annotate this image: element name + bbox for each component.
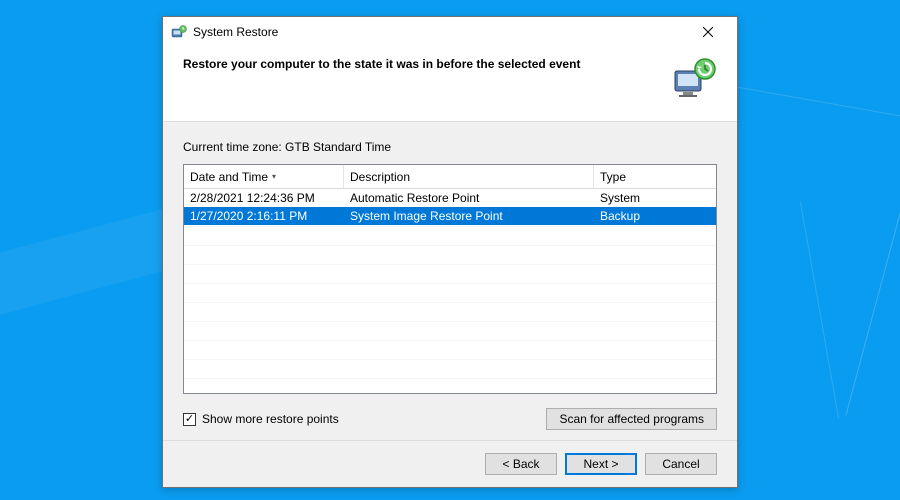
table-row[interactable]: 2/28/2021 12:24:36 PMAutomatic Restore P… bbox=[184, 189, 716, 207]
column-header-type-label: Type bbox=[600, 170, 626, 184]
cell-date: 1/27/2020 2:16:11 PM bbox=[184, 208, 344, 224]
dialog-content: Current time zone: GTB Standard Time Dat… bbox=[163, 122, 737, 440]
cancel-button[interactable]: Cancel bbox=[645, 453, 717, 475]
table-body: 2/28/2021 12:24:36 PMAutomatic Restore P… bbox=[184, 189, 716, 393]
system-restore-icon bbox=[171, 24, 187, 40]
cell-date: 2/28/2021 12:24:36 PM bbox=[184, 190, 344, 206]
restore-header-icon bbox=[669, 55, 717, 103]
header-title: Restore your computer to the state it wa… bbox=[183, 55, 659, 71]
timezone-label: Current time zone: GTB Standard Time bbox=[183, 140, 717, 154]
column-header-description-label: Description bbox=[350, 170, 410, 184]
cell-type: System bbox=[594, 190, 716, 206]
back-button[interactable]: < Back bbox=[485, 453, 557, 475]
column-header-type[interactable]: Type bbox=[594, 165, 716, 188]
next-button[interactable]: Next > bbox=[565, 453, 637, 475]
system-restore-dialog: System Restore Restore your computer to … bbox=[162, 16, 738, 488]
window-title: System Restore bbox=[193, 25, 687, 39]
close-button[interactable] bbox=[687, 18, 729, 46]
cell-type: Backup bbox=[594, 208, 716, 224]
table-row[interactable]: 1/27/2020 2:16:11 PMSystem Image Restore… bbox=[184, 207, 716, 225]
table-footer-row: ✓ Show more restore points Scan for affe… bbox=[183, 408, 717, 430]
dialog-footer: < Back Next > Cancel bbox=[163, 440, 737, 487]
cell-description: System Image Restore Point bbox=[344, 208, 594, 224]
sort-descending-icon: ▾ bbox=[272, 172, 276, 181]
column-header-date-label: Date and Time bbox=[190, 170, 268, 184]
column-header-date[interactable]: Date and Time ▾ bbox=[184, 165, 344, 188]
dialog-header: Restore your computer to the state it wa… bbox=[163, 47, 737, 122]
cell-description: Automatic Restore Point bbox=[344, 190, 594, 206]
scan-affected-programs-button[interactable]: Scan for affected programs bbox=[546, 408, 717, 430]
column-header-description[interactable]: Description bbox=[344, 165, 594, 188]
table-header: Date and Time ▾ Description Type bbox=[184, 165, 716, 189]
show-more-label: Show more restore points bbox=[202, 412, 339, 426]
show-more-checkbox[interactable]: ✓ bbox=[183, 413, 196, 426]
titlebar: System Restore bbox=[163, 17, 737, 47]
close-icon bbox=[703, 27, 713, 37]
restore-points-table: Date and Time ▾ Description Type 2/28/20… bbox=[183, 164, 717, 394]
show-more-checkbox-wrap[interactable]: ✓ Show more restore points bbox=[183, 412, 339, 426]
